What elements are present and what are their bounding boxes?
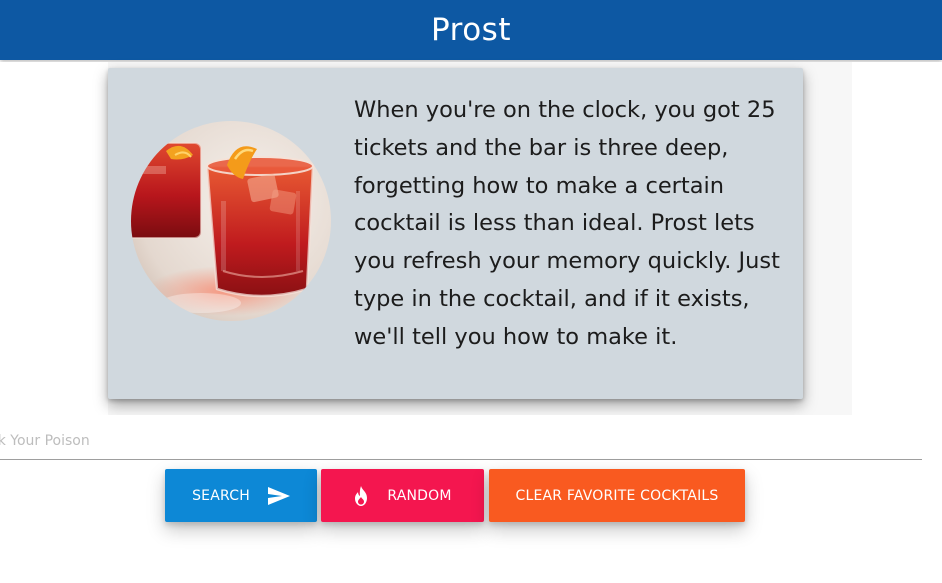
intro-card: When you're on the clock, you got 25 tic… (108, 68, 803, 399)
app-title: Prost (431, 12, 511, 48)
clear-favorites-button-label: CLEAR FAVORITE COCKTAILS (515, 487, 719, 504)
send-icon (267, 486, 290, 505)
search-row (0, 415, 942, 463)
cocktail-photo (131, 121, 331, 321)
clear-favorites-button[interactable]: CLEAR FAVORITE COCKTAILS (489, 469, 745, 522)
hero-band-right-gutter (852, 62, 942, 415)
app-header: Prost (0, 0, 942, 60)
search-button-label: SEARCH (192, 487, 250, 504)
search-button[interactable]: SEARCH (165, 469, 317, 522)
random-button[interactable]: RANDOM (321, 469, 484, 522)
search-input[interactable] (0, 423, 922, 460)
intro-description: When you're on the clock, you got 25 tic… (354, 97, 780, 350)
fire-icon (353, 485, 369, 506)
hero-band-left-gutter (0, 62, 108, 415)
random-button-label: RANDOM (387, 487, 452, 504)
cocktail-image (131, 121, 331, 321)
